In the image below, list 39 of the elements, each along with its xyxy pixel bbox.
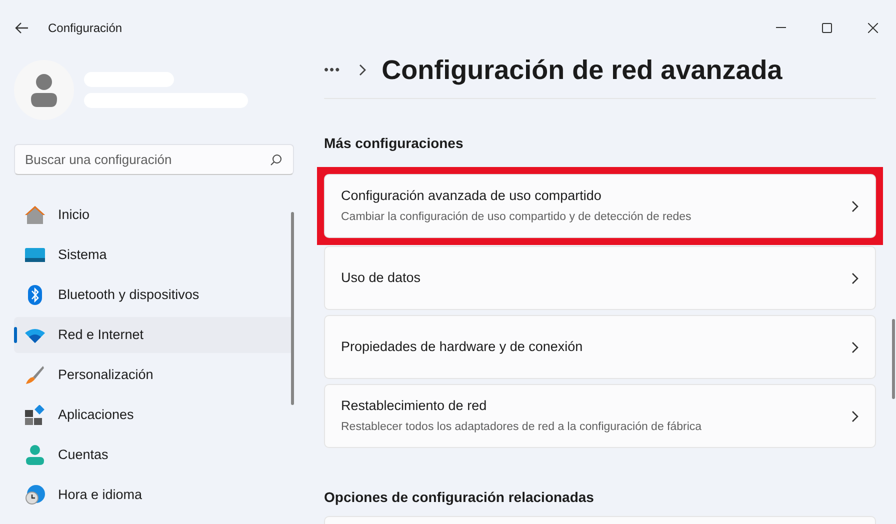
sidebar-item[interactable]: Bluetooth y dispositivos xyxy=(14,277,294,313)
apps-icon xyxy=(25,405,45,425)
settings-card[interactable]: Propiedades de hardware y de conexión xyxy=(324,315,876,379)
chevron-right-icon xyxy=(851,272,859,284)
sidebar-item[interactable]: Cuentas xyxy=(14,437,294,473)
globe-clock-icon xyxy=(25,485,45,505)
close-icon xyxy=(868,22,878,32)
bluetooth-icon xyxy=(28,285,42,305)
minimize-icon xyxy=(776,27,786,28)
sidebar-item[interactable]: Hora e idioma xyxy=(14,477,294,513)
person-icon xyxy=(26,445,44,465)
sidebar-item[interactable]: Inicio xyxy=(14,197,294,233)
chevron-right-icon xyxy=(851,410,859,422)
section-heading: Opciones de configuración relacionadas xyxy=(324,488,595,507)
scrollbar[interactable] xyxy=(291,212,294,405)
chevron-right-icon xyxy=(851,340,859,354)
monitor-icon xyxy=(25,248,45,262)
settings-card[interactable]: Uso de datos xyxy=(324,246,876,310)
page-title: Configuración de red avanzada xyxy=(382,54,782,86)
scrollbar[interactable] xyxy=(892,319,895,399)
sidebar-item[interactable]: Red e Internet xyxy=(14,317,294,353)
sidebar-item[interactable]: Aplicaciones xyxy=(14,397,294,433)
breadcrumb-ellipsis[interactable]: ••• xyxy=(324,60,341,80)
selection-indicator xyxy=(14,327,17,343)
settings-card[interactable]: Restablecimiento de red Restablecer todos los adaptadores de red a la configuración de fábrica xyxy=(324,384,876,448)
paintbrush-icon xyxy=(25,365,45,385)
back-arrow-icon xyxy=(15,22,29,34)
search-icon xyxy=(270,154,282,166)
search-field[interactable]: Buscar una configuración xyxy=(14,144,294,175)
sidebar-item[interactable]: Personalización xyxy=(14,357,294,393)
house-icon xyxy=(24,205,46,225)
window-title: Configuración xyxy=(48,20,122,36)
maximize-icon xyxy=(822,22,832,32)
chevron-right-icon xyxy=(851,200,859,212)
section-heading: Más configuraciones xyxy=(324,134,464,153)
chevron-right-icon xyxy=(358,64,366,76)
sidebar-item[interactable]: Sistema xyxy=(14,237,294,273)
wifi-icon xyxy=(25,328,45,342)
settings-card[interactable]: Configuración avanzada de uso compartido Cambiar la configuración de uso compartido y de detección de redes xyxy=(324,174,876,238)
